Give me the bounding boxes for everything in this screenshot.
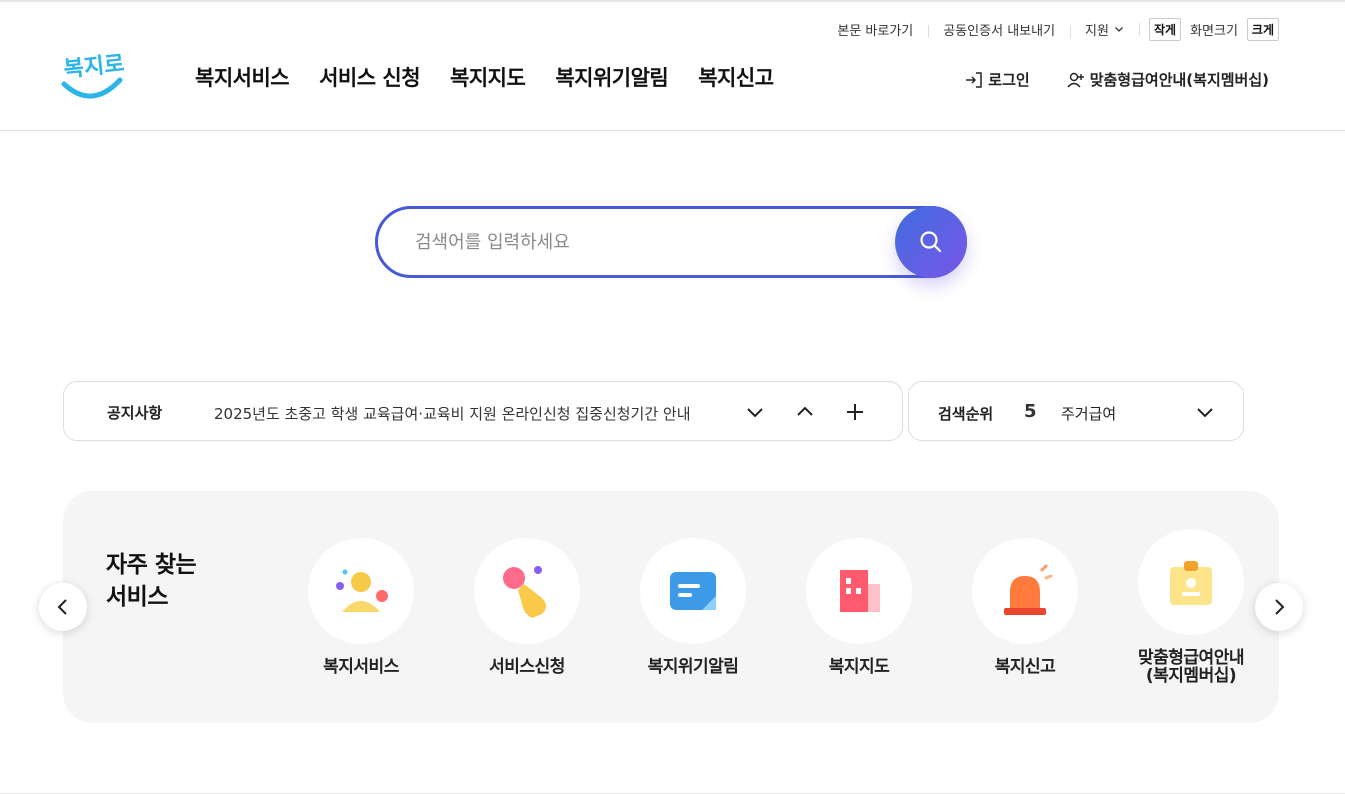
service-welfare-service[interactable]: 복지서비스	[291, 538, 431, 676]
search-icon	[920, 231, 942, 253]
utility-bar: 본문 바로가기 공동인증서 내보내기 지원 작게 화면크기 크게	[822, 17, 1279, 41]
id-badge-icon	[1170, 561, 1212, 605]
header-divider	[0, 130, 1345, 131]
service-service-apply[interactable]: 서비스신청	[457, 538, 597, 676]
service-welfare-report[interactable]: 복지신고	[955, 538, 1095, 676]
service-label: 복지위기알림	[647, 657, 739, 677]
rank-label: 검색순위	[938, 405, 994, 423]
nav-service-apply[interactable]: 서비스 신청	[319, 62, 420, 92]
service-icon-circle	[972, 538, 1078, 644]
nav-welfare-service[interactable]: 복지서비스	[195, 62, 290, 92]
top-border	[0, 0, 1345, 2]
notice-prev-button[interactable]	[793, 400, 817, 424]
search-button[interactable]	[895, 206, 967, 278]
skip-to-content-link[interactable]: 본문 바로가기	[822, 20, 928, 39]
support-dropdown[interactable]: 지원	[1070, 20, 1139, 39]
chevron-down-icon	[1197, 408, 1213, 418]
plus-icon	[847, 404, 863, 420]
main-nav: 복지서비스 서비스 신청 복지지도 복지위기알림 복지신고	[195, 62, 774, 92]
service-membership[interactable]: 맞춤형급여안내 (복지멤버십)	[1121, 529, 1261, 685]
font-larger-button[interactable]: 크게	[1246, 17, 1279, 41]
user-add-icon	[1067, 72, 1084, 87]
map-building-icon	[840, 570, 880, 612]
membership-label: 맞춤형급여안내(복지멤버십)	[1089, 71, 1269, 89]
support-label: 지원	[1085, 23, 1109, 39]
login-link[interactable]: 로그인	[964, 69, 1030, 90]
frequent-services-panel: 자주 찾는 서비스 복지서비스 서비스신청 복지위기알림 복지지도 복지신고 맞…	[63, 491, 1279, 723]
service-label: 맞춤형급여안내 (복지멤버십)	[1138, 648, 1244, 686]
rank-number: 5	[1024, 401, 1037, 422]
service-icon-circle	[1138, 529, 1244, 635]
service-welfare-crisis-alert[interactable]: 복지위기알림	[623, 538, 763, 676]
hand-tap-icon	[503, 566, 546, 618]
nav-welfare-report[interactable]: 복지신고	[698, 62, 774, 92]
chevron-down-icon	[747, 408, 763, 418]
search-box	[375, 206, 967, 278]
service-icon-circle	[308, 538, 414, 644]
cert-export-link[interactable]: 공동인증서 내보내기	[928, 20, 1070, 39]
logo-icon: 복지로	[61, 51, 126, 99]
header-actions: 로그인 맞춤형급여안내(복지멤버십)	[964, 69, 1269, 90]
service-welfare-map[interactable]: 복지지도	[789, 538, 929, 676]
bokjiro-logo[interactable]: 복지로	[60, 50, 126, 104]
svg-text:복지로: 복지로	[63, 51, 124, 82]
chevron-left-icon	[57, 599, 67, 615]
notice-bar: 공지사항 2025년도 초중고 학생 교육급여·교육비 지원 온라인신청 집중신…	[63, 381, 903, 441]
notice-text[interactable]: 2025년도 초중고 학생 교육급여·교육비 지원 온라인신청 집중신청기간 안…	[214, 403, 691, 424]
rank-keyword[interactable]: 주거급여	[1061, 403, 1116, 424]
service-label: 복지신고	[994, 657, 1056, 677]
service-icon-circle	[640, 538, 746, 644]
nav-welfare-map[interactable]: 복지지도	[450, 62, 526, 92]
carousel-next-button[interactable]	[1255, 583, 1303, 631]
login-icon	[966, 71, 983, 88]
membership-link[interactable]: 맞춤형급여안내(복지멤버십)	[1066, 69, 1269, 90]
font-smaller-button[interactable]: 작게	[1148, 17, 1182, 41]
service-icon-circle	[474, 538, 580, 644]
font-size-label: 화면크기	[1190, 23, 1238, 39]
notice-more-button[interactable]	[843, 400, 867, 424]
service-label: 복지지도	[828, 657, 890, 677]
search-input[interactable]	[415, 228, 885, 256]
chevron-up-icon	[797, 406, 813, 416]
font-size-controls: 작게 화면크기 크게	[1138, 17, 1279, 41]
nav-welfare-crisis-alert[interactable]: 복지위기알림	[555, 62, 668, 92]
message-icon	[670, 572, 716, 610]
frequent-services-title: 자주 찾는 서비스	[106, 552, 197, 610]
login-label: 로그인	[988, 71, 1030, 89]
siren-icon	[1004, 564, 1053, 615]
carousel-prev-button[interactable]	[39, 583, 87, 631]
notice-next-button[interactable]	[743, 400, 767, 424]
rank-expand-button[interactable]	[1193, 400, 1217, 424]
service-icon-circle	[806, 538, 912, 644]
service-label: 복지서비스	[323, 657, 399, 677]
service-label: 서비스신청	[489, 657, 565, 677]
notice-label: 공지사항	[107, 404, 163, 422]
person-icon	[336, 569, 388, 612]
chevron-down-icon	[1115, 27, 1123, 32]
search-rank-bar: 검색순위 5 주거급여	[908, 381, 1244, 441]
chevron-right-icon	[1275, 599, 1285, 615]
